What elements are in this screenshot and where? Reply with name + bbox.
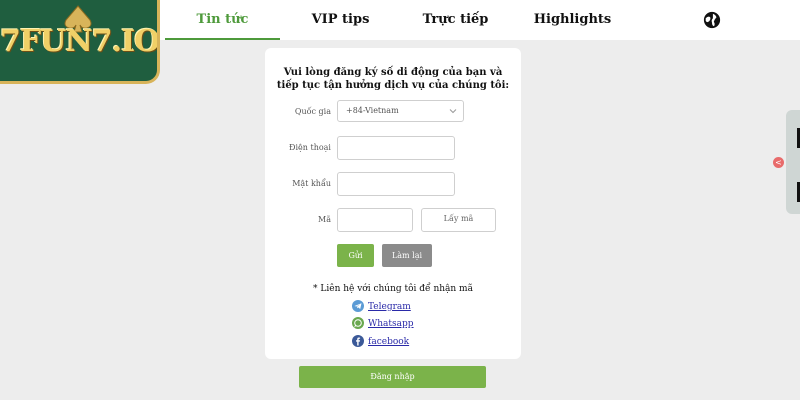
login-button[interactable]: Đăng nhập [299,366,486,388]
telegram-link[interactable]: Telegram [352,300,411,314]
reset-button[interactable]: Làm lại [382,244,432,267]
nav-tab-live[interactable]: Trực tiếp [398,10,513,30]
code-label: Mã [318,215,331,224]
globe-icon[interactable] [703,11,721,29]
collapse-side-panel-button[interactable]: < [773,157,784,168]
phone-input[interactable] [337,136,455,160]
registration-card: Vui lòng đăng ký số di động của bạn và t… [265,48,521,359]
contact-note: * Liên hệ với chúng tôi để nhận mã [313,284,473,294]
nav-tab-vip-tips[interactable]: VIP tips [283,10,398,30]
whatsapp-link[interactable]: Whatsapp [352,317,414,331]
country-select[interactable]: +84-Vietnam [337,100,464,122]
site-logo[interactable]: 7FUN7.IO [0,0,160,84]
telegram-label: Telegram [368,302,411,312]
code-input[interactable] [337,208,413,232]
country-label: Quốc gia [294,107,331,116]
chevron-down-icon [449,109,457,114]
submit-button[interactable]: Gửi [337,244,374,267]
nav-tab-news[interactable]: Tin tức [165,10,280,30]
whatsapp-label: Whatsapp [368,319,414,329]
password-label: Mật khẩu [292,179,331,188]
facebook-label: facebook [368,337,410,347]
form-title: Vui lòng đăng ký số di động của bạn và t… [276,67,510,91]
active-tab-indicator [165,38,280,40]
get-code-button[interactable]: Lấy mã [421,208,496,232]
password-input[interactable] [337,172,455,196]
country-value: +84-Vietnam [346,106,399,115]
facebook-icon [352,335,364,347]
facebook-link[interactable]: facebook [352,335,410,349]
logo-text: 7FUN7.IO [0,24,160,59]
nav-tab-highlights[interactable]: Highlights [515,10,630,30]
phone-label: Điện thoại [289,143,331,152]
whatsapp-icon [352,317,364,329]
telegram-icon [352,300,364,312]
